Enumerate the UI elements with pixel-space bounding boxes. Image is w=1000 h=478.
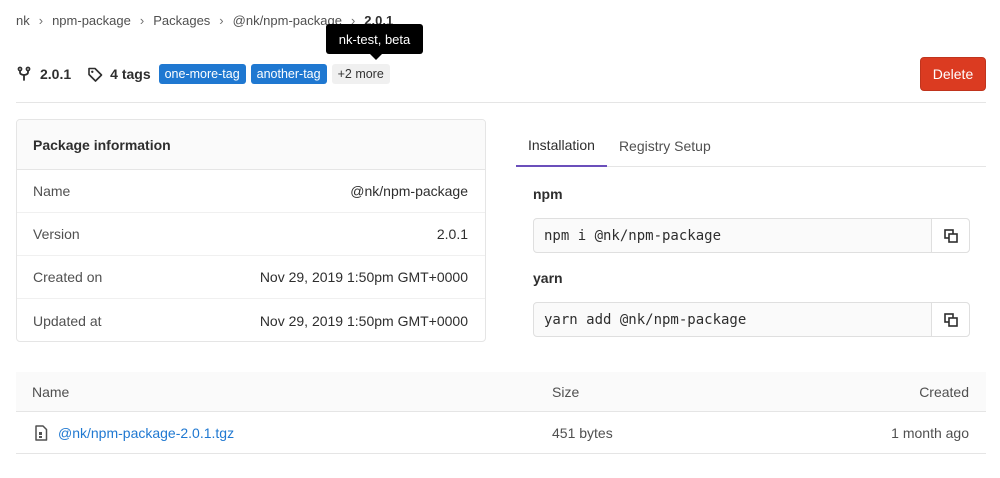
fork-icon (16, 66, 32, 82)
breadcrumb-item-project[interactable]: npm-package (52, 13, 131, 28)
npm-title: npm (533, 186, 563, 202)
info-value: @nk/npm-package (350, 183, 468, 199)
file-size: 451 bytes (552, 424, 613, 441)
info-row-created: Created on Nov 29, 2019 1:50pm GMT+0000 (17, 256, 485, 299)
divider (16, 102, 986, 103)
tag-icon (87, 66, 103, 82)
tag-badge[interactable]: one-more-tag (158, 64, 246, 84)
card-title: Package information (17, 120, 485, 170)
info-label: Created on (33, 269, 103, 285)
delete-button[interactable]: Delete (920, 57, 986, 91)
yarn-title: yarn (533, 270, 563, 286)
column-header-created: Created (919, 383, 969, 400)
info-value: Nov 29, 2019 1:50pm GMT+0000 (259, 269, 468, 285)
tab-registry-setup[interactable]: Registry Setup (607, 125, 723, 167)
tags-count: 4 tags (110, 66, 151, 82)
table-row: @nk/npm-package-2.0.1.tgz 451 bytes 1 mo… (16, 412, 986, 454)
package-info-card: Package information Name @nk/npm-package… (16, 119, 486, 342)
install-tabs: Installation Registry Setup (516, 125, 986, 167)
info-row-updated: Updated at Nov 29, 2019 1:50pm GMT+0000 (17, 299, 485, 341)
breadcrumb-item-group[interactable]: nk (16, 13, 30, 28)
yarn-command-box: yarn add @nk/npm-package (533, 302, 970, 337)
chevron-right-icon: › (139, 13, 145, 28)
info-value: Nov 29, 2019 1:50pm GMT+0000 (259, 312, 468, 329)
tag-badge[interactable]: another-tag (250, 64, 327, 84)
info-row-version: Version 2.0.1 (17, 213, 485, 256)
files-table-header: Name Size Created (16, 372, 986, 412)
tags-tooltip: nk-test, beta (326, 24, 423, 60)
chevron-right-icon: › (38, 13, 44, 28)
info-row-name: Name @nk/npm-package (17, 170, 485, 213)
copy-icon (943, 228, 958, 243)
copy-npm-button[interactable] (931, 219, 969, 252)
package-header: 2.0.1 4 tags one-more-tag another-tag +2… (16, 62, 390, 86)
column-header-name: Name (32, 383, 70, 400)
npm-command-box: npm i @nk/npm-package (533, 218, 970, 253)
more-tags-badge[interactable]: +2 more (331, 64, 390, 84)
info-label: Name (33, 183, 71, 199)
yarn-command[interactable]: yarn add @nk/npm-package (534, 303, 931, 336)
version-label: 2.0.1 (40, 66, 72, 82)
copy-yarn-button[interactable] (931, 303, 969, 336)
info-label: Updated at (33, 312, 102, 329)
breadcrumb-item-packages[interactable]: Packages (153, 13, 210, 28)
npm-command[interactable]: npm i @nk/npm-package (534, 219, 931, 252)
info-label: Version (33, 226, 80, 242)
column-header-size: Size (552, 383, 580, 400)
tab-installation[interactable]: Installation (516, 125, 607, 167)
file-name-cell: @nk/npm-package-2.0.1.tgz (32, 412, 234, 453)
file-download-link[interactable]: @nk/npm-package-2.0.1.tgz (58, 425, 234, 441)
copy-icon (943, 312, 958, 327)
chevron-right-icon: › (219, 13, 224, 28)
file-created: 1 month ago (891, 424, 969, 441)
file-archive-icon (35, 424, 48, 441)
info-value: 2.0.1 (436, 226, 468, 242)
